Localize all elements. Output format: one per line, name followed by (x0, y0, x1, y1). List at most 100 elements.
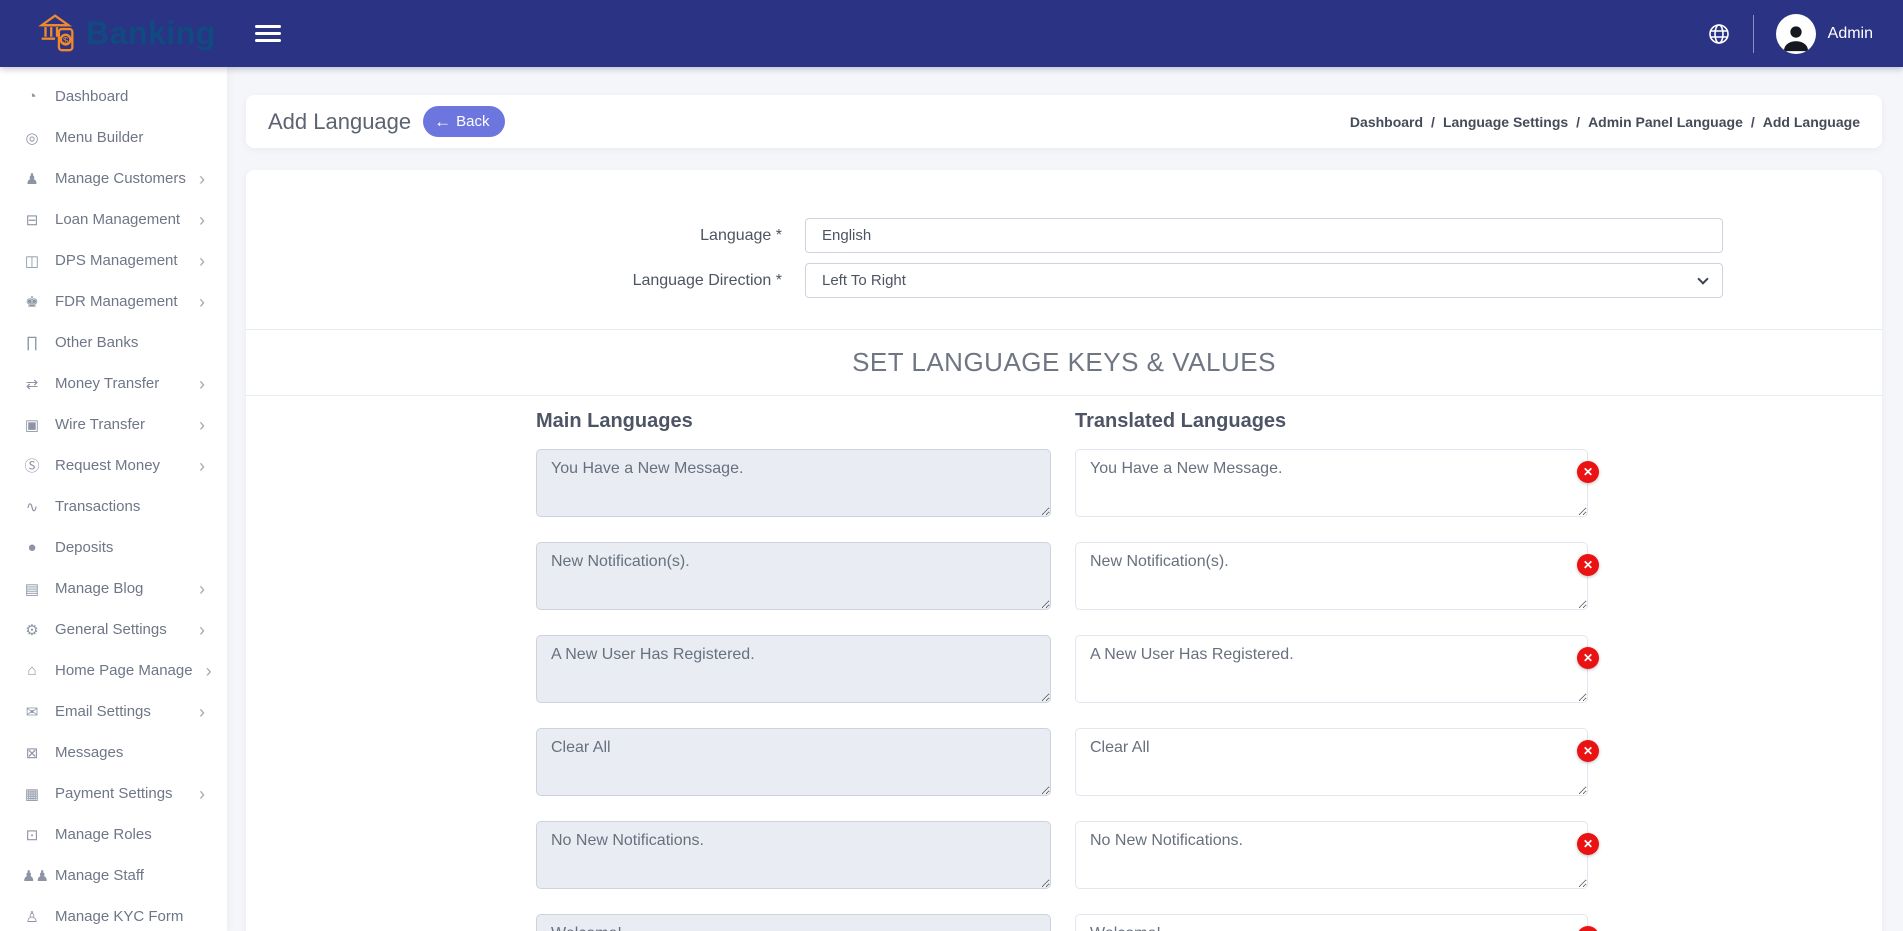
sidebar-item-general-settings[interactable]: ⚙ General Settings › (0, 609, 227, 650)
sidebar-item-label: Other Banks (55, 334, 138, 351)
sidebar-item-deposits[interactable]: ● Deposits (0, 527, 227, 568)
chevron-right-icon: › (199, 211, 205, 229)
x-circle-icon: ✕ (1583, 466, 1593, 478)
sidebar-item-transactions[interactable]: ∿ Transactions (0, 486, 227, 527)
language-direction-label: Language Direction * (246, 272, 805, 290)
remove-row-button[interactable]: ✕ (1577, 461, 1599, 483)
x-circle-icon: ✕ (1583, 559, 1593, 571)
breadcrumb-admin-panel-language[interactable]: Admin Panel Language (1588, 114, 1743, 130)
breadcrumb-separator: / (1751, 114, 1755, 130)
sidebar-item-label: Money Transfer (55, 375, 159, 392)
admin-name-label: Admin (1828, 25, 1873, 43)
sidebar-item-label: Manage Roles (55, 826, 152, 843)
language-keys-values-area: Main Languages Translated Languages You … (246, 396, 1882, 931)
wallet-icon: ▣ (22, 416, 42, 434)
brand-logo[interactable]: $ Banking (0, 8, 227, 59)
language-globe-icon[interactable] (1707, 22, 1731, 46)
breadcrumb-language-settings[interactable]: Language Settings (1443, 114, 1568, 130)
breadcrumb-dashboard[interactable]: Dashboard (1350, 114, 1423, 130)
sidebar-item-manage-staff[interactable]: ♟♟ Manage Staff (0, 855, 227, 896)
compass-icon: ◎ (22, 129, 42, 147)
language-row: Clear All Clear All ✕ (536, 728, 1588, 801)
chevron-right-icon: › (199, 252, 205, 270)
sidebar-item-dps-management[interactable]: ◫ DPS Management › (0, 240, 227, 281)
sidebar-item-label: DPS Management (55, 252, 178, 269)
translated-language-textarea[interactable]: You Have a New Message. (1075, 449, 1588, 517)
breadcrumb-separator: / (1576, 114, 1580, 130)
sidebar-item-label: Request Money (55, 457, 160, 474)
sidebar-item-label: Wire Transfer (55, 416, 145, 433)
sidebar-item-home-page-manage[interactable]: ⌂ Home Page Manage › (0, 650, 227, 691)
sidebar-item-label: Transactions (55, 498, 140, 515)
sidebar-item-label: Menu Builder (55, 129, 143, 146)
chevron-right-icon: › (199, 375, 205, 393)
sidebar-item-manage-blog[interactable]: ▤ Manage Blog › (0, 568, 227, 609)
blog-icon: ▤ (22, 580, 42, 598)
sidebar-item-payment-settings[interactable]: ▦ Payment Settings › (0, 773, 227, 814)
remove-row-button[interactable]: ✕ (1577, 554, 1599, 576)
language-input[interactable] (805, 218, 1723, 253)
remove-row-button[interactable]: ✕ (1577, 833, 1599, 855)
language-direction-select-wrap: Left To Right (805, 263, 1723, 298)
chart-line-icon: ∿ (22, 498, 42, 516)
breadcrumb-separator: / (1431, 114, 1435, 130)
credit-card-icon: ▦ (22, 785, 42, 803)
page-header-card: Add Language ← Back Dashboard / Language… (246, 95, 1882, 148)
sidebar-item-wire-transfer[interactable]: ▣ Wire Transfer › (0, 404, 227, 445)
sidebar-item-fdr-management[interactable]: ♚ FDR Management › (0, 281, 227, 322)
main-language-textarea[interactable]: Clear All (536, 728, 1051, 796)
main-language-textarea[interactable]: No New Notifications. (536, 821, 1051, 889)
chevron-right-icon: › (199, 416, 205, 434)
sidebar-item-menu-builder[interactable]: ◎ Menu Builder (0, 117, 227, 158)
admin-menu[interactable]: Admin (1776, 14, 1873, 54)
sidebar-item-label: Manage Blog (55, 580, 143, 597)
sidebar-item-loan-management[interactable]: ⊟ Loan Management › (0, 199, 227, 240)
sidebar-item-other-banks[interactable]: ∏ Other Banks (0, 322, 227, 363)
sidebar-item-money-transfer[interactable]: ⇄ Money Transfer › (0, 363, 227, 404)
back-arrow-icon: ← (434, 113, 451, 130)
translated-language-textarea[interactable]: Welcome! (1075, 914, 1588, 931)
sidebar-item-manage-roles[interactable]: ⊡ Manage Roles (0, 814, 227, 855)
sidebar-item-label: Dashboard (55, 88, 128, 105)
sidebar-item-messages[interactable]: ⊠ Messages (0, 732, 227, 773)
cash-register-icon: ⊟ (22, 211, 42, 229)
breadcrumb: Dashboard / Language Settings / Admin Pa… (1350, 114, 1860, 130)
crop-icon: ⊡ (22, 826, 42, 844)
sidebar-item-dashboard[interactable]: ◔ Dashboard (0, 76, 227, 117)
back-button[interactable]: ← Back (423, 106, 504, 137)
navbar-divider (1753, 15, 1754, 53)
page-title: Add Language (268, 109, 411, 135)
language-row: No New Notifications. No New Notificatio… (536, 821, 1588, 894)
language-direction-select[interactable]: Left To Right (805, 263, 1723, 298)
sidebar-item-label: FDR Management (55, 293, 178, 310)
x-circle-icon: ✕ (1583, 652, 1593, 664)
translated-language-textarea[interactable]: Clear All (1075, 728, 1588, 796)
sidebar-item-manage-customers[interactable]: ♟ Manage Customers › (0, 158, 227, 199)
sidebar-item-request-money[interactable]: Ⓢ Request Money › (0, 445, 227, 486)
main-language-textarea[interactable]: Welcome! (536, 914, 1051, 931)
main-language-textarea[interactable]: A New User Has Registered. (536, 635, 1051, 703)
chevron-right-icon: › (199, 457, 205, 475)
bank-logo-icon: $ (34, 8, 80, 59)
archive-icon: ◫ (22, 252, 42, 270)
main-languages-heading: Main Languages (536, 410, 1075, 433)
translated-languages-heading: Translated Languages (1075, 410, 1286, 433)
sidebar-item-label: Email Settings (55, 703, 151, 720)
translated-language-textarea[interactable]: New Notification(s). (1075, 542, 1588, 610)
exchange-arrows-icon: ⇄ (22, 375, 42, 393)
bank-columns-icon: ∏ (22, 334, 42, 351)
main-language-textarea[interactable]: You Have a New Message. (536, 449, 1051, 517)
sidebar-item-label: Loan Management (55, 211, 180, 228)
language-row: Welcome! Welcome! ✕ (536, 914, 1588, 931)
translated-language-textarea[interactable]: A New User Has Registered. (1075, 635, 1588, 703)
translated-language-textarea[interactable]: No New Notifications. (1075, 821, 1588, 889)
sidebar-item-manage-kyc-form[interactable]: ♙ Manage KYC Form (0, 896, 227, 931)
admin-avatar (1776, 14, 1816, 54)
sidebar-item-label: General Settings (55, 621, 167, 638)
user-icon: ♟ (22, 170, 42, 188)
main-language-textarea[interactable]: New Notification(s). (536, 542, 1051, 610)
sidebar-toggle-hamburger-icon[interactable] (255, 25, 281, 42)
remove-row-button[interactable]: ✕ (1577, 740, 1599, 762)
sidebar-item-email-settings[interactable]: ✉ Email Settings › (0, 691, 227, 732)
remove-row-button[interactable]: ✕ (1577, 647, 1599, 669)
